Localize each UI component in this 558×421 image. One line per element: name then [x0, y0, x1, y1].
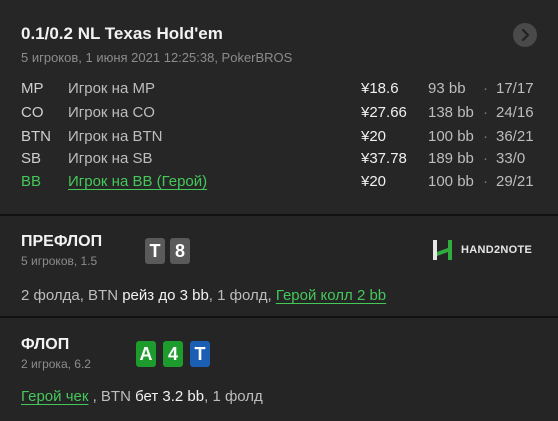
player-row-mp: MP Игрок на MP ¥18.6 93 bb · 17/17 [0, 80, 558, 102]
player-name: Игрок на CO [68, 104, 155, 121]
action-text: , 1 фолд [204, 388, 263, 405]
player-stack-bb: 100 bb [428, 173, 474, 190]
player-stack: ¥20 [361, 128, 387, 145]
preflop-title: ПРЕФЛОП [21, 233, 103, 250]
player-stack-bb: 100 bb [428, 128, 474, 145]
separator-dot: · [483, 173, 488, 190]
flop-actions: Герой чек , BTN бет 3.2 bb, 1 фолд [21, 388, 263, 405]
action-text: , 1 фолд, [208, 287, 276, 304]
hole-card: 8 [170, 238, 190, 264]
hero-name-link[interactable]: Игрок на BB (Герой) [68, 173, 207, 190]
hand-subtitle: 5 игроков, 1 июня 2021 12:25:38, PokerBR… [21, 50, 293, 65]
player-name: Игрок на SB [68, 150, 153, 167]
board-card: 4 [163, 341, 183, 367]
logo-text: HAND2NOTE [461, 244, 533, 256]
hand-title: 0.1/0.2 NL Texas Hold'em [21, 24, 223, 43]
action-text-bold: бет 3.2 bb [135, 388, 205, 405]
player-row-co: CO Игрок на CO ¥27.66 138 bb · 24/16 [0, 104, 558, 126]
hero-action-link[interactable]: Герой чек [21, 388, 88, 405]
player-row-bb-hero: BB Игрок на BB (Герой) ¥20 100 bb · 29/2… [0, 173, 558, 195]
preflop-subtitle: 5 игроков, 1.5 [21, 254, 98, 268]
player-position: SB [21, 150, 42, 167]
player-position: BTN [21, 128, 51, 145]
board-card: T [190, 341, 210, 367]
hand-header: 0.1/0.2 NL Texas Hold'em 5 игроков, 1 ию… [0, 0, 558, 214]
player-stats: 24/16 [496, 104, 534, 121]
player-name: Игрок на BTN [68, 128, 163, 145]
player-stats: 29/21 [496, 173, 534, 190]
player-position: BB [21, 173, 42, 190]
player-stack-bb: 93 bb [428, 80, 466, 97]
player-stats: 17/17 [496, 80, 534, 97]
player-position: MP [21, 80, 44, 97]
player-row-sb: SB Игрок на SB ¥37.78 189 bb · 33/0 [0, 150, 558, 172]
player-stats: 36/21 [496, 128, 534, 145]
hero-action-link[interactable]: Герой колл 2 bb [276, 287, 386, 304]
hand2note-logo-icon [433, 240, 452, 260]
separator-dot: · [483, 80, 488, 97]
hole-card: T [145, 238, 165, 264]
player-stack: ¥37.78 [361, 150, 407, 167]
preflop-actions: 2 фолда, BTN рейз до 3 bb, 1 фолд, Герой… [21, 287, 386, 304]
player-stats: 33/0 [496, 150, 526, 167]
action-text-bold: рейз до 3 bb [122, 287, 209, 304]
player-stack: ¥20 [361, 173, 387, 190]
player-stack-bb: 189 bb [428, 150, 474, 167]
player-stack: ¥18.6 [361, 80, 399, 97]
separator-dot: · [483, 150, 488, 167]
player-row-btn: BTN Игрок на BTN ¥20 100 bb · 36/21 [0, 128, 558, 150]
player-name: Игрок на MP [68, 80, 155, 97]
action-text: , BTN [88, 388, 136, 405]
player-stack-bb: 138 bb [428, 104, 474, 121]
chevron-right-icon [521, 29, 530, 41]
separator-dot: · [483, 128, 488, 145]
action-text: 2 фолда, BTN [21, 287, 123, 304]
player-position: CO [21, 104, 44, 121]
hand2note-logo: HAND2NOTE [431, 238, 532, 262]
separator-dot: · [483, 104, 488, 121]
board-card: A [136, 341, 156, 367]
flop-title: ФЛОП [21, 336, 70, 353]
flop-subtitle: 2 игрока, 6.2 [21, 357, 91, 371]
player-stack: ¥27.66 [361, 104, 407, 121]
next-hand-button[interactable] [513, 23, 537, 47]
